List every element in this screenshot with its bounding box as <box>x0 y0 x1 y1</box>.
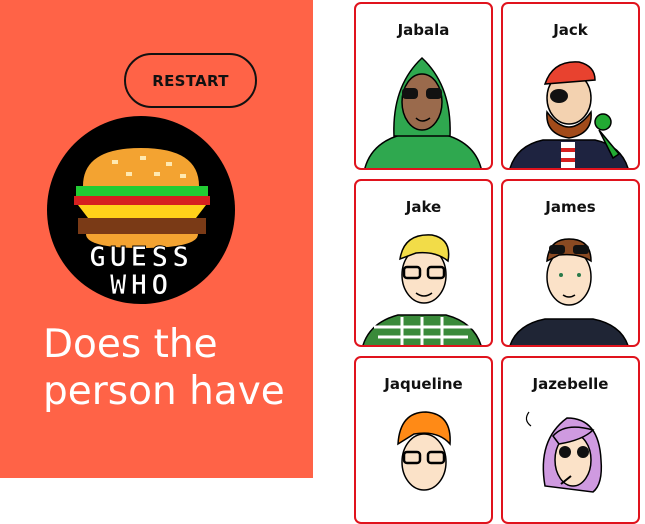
guess-who-logo: GUESS WHO <box>47 116 235 304</box>
question-text: Does the person have <box>43 322 285 414</box>
character-portrait <box>525 411 603 493</box>
character-card[interactable]: Jack <box>501 2 640 170</box>
character-portrait <box>364 56 482 168</box>
character-portrait <box>509 238 629 345</box>
character-name: Jack <box>553 21 588 39</box>
character-portrait <box>509 61 629 168</box>
restart-button[interactable]: RESTART <box>124 53 257 108</box>
side-panel: RESTART GUESS WHO Does the person have <box>0 0 313 478</box>
character-portrait <box>397 411 451 491</box>
character-name: James <box>545 198 596 216</box>
character-name: Jazebelle <box>532 375 609 393</box>
character-name: Jabala <box>397 21 450 39</box>
character-card[interactable]: Jabala <box>354 2 493 170</box>
character-name: Jaqueline <box>384 375 463 393</box>
logo-title-line2: WHO <box>110 268 173 301</box>
character-card[interactable]: James <box>501 179 640 347</box>
character-portrait <box>362 234 482 345</box>
character-name: Jake <box>405 198 442 216</box>
character-card[interactable]: Jake <box>354 179 493 347</box>
character-card[interactable]: Jazebelle <box>501 356 640 524</box>
burger-icon <box>74 148 210 248</box>
character-card[interactable]: Jaqueline <box>354 356 493 524</box>
